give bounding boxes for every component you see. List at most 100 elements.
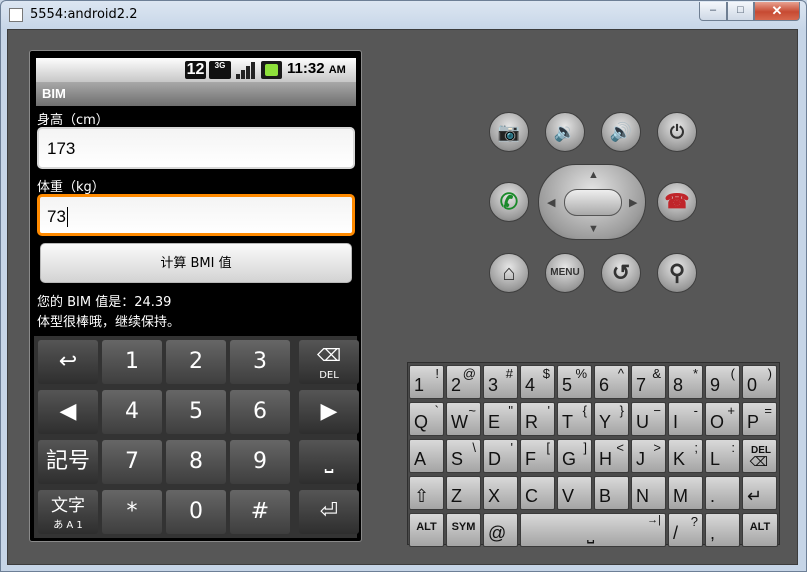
alt-right-key[interactable]: ALT xyxy=(742,513,778,547)
qwerty-key[interactable]: B xyxy=(594,476,629,510)
qwerty-key[interactable]: T{ xyxy=(557,402,592,436)
minimize-button[interactable]: – xyxy=(699,2,727,21)
qwerty-key-symbol: # xyxy=(505,366,513,381)
qwerty-key[interactable]: R ' xyxy=(520,402,555,436)
qwerty-key[interactable]: P = xyxy=(742,402,777,436)
qwerty-key[interactable]: Y} xyxy=(594,402,629,436)
qwerty-key-label: ⇧ xyxy=(414,486,430,506)
qwerty-key[interactable]: Q ` xyxy=(409,402,444,436)
numpad-key[interactable]: 0 xyxy=(166,490,226,534)
qwerty-key[interactable]: C xyxy=(520,476,555,510)
qwerty-key[interactable]: DEL ⌫ xyxy=(742,439,777,473)
qwerty-key[interactable]: N xyxy=(631,476,666,510)
qwerty-key[interactable]: 1! xyxy=(409,365,444,399)
title-bar[interactable]: 5554:android2.2 – □ ✕ xyxy=(1,1,806,29)
qwerty-key[interactable]: J > xyxy=(631,439,666,473)
weight-input[interactable]: 73 xyxy=(37,194,355,236)
qwerty-key[interactable]: E " xyxy=(483,402,518,436)
numpad-key[interactable]: 5 xyxy=(166,390,226,434)
numpad-key[interactable]: * xyxy=(102,490,162,534)
qwerty-key[interactable]: . xyxy=(705,476,740,510)
numpad-key[interactable]: # xyxy=(230,490,290,534)
qwerty-key[interactable]: 4 $ xyxy=(520,365,555,399)
qwerty-key-label: Z xyxy=(451,486,462,506)
qwerty-key[interactable]: L: xyxy=(705,439,740,473)
qwerty-key[interactable]: D ' xyxy=(483,439,518,473)
menu-button[interactable]: MENU xyxy=(545,253,585,293)
numpad-key[interactable]: 記号 xyxy=(38,440,98,484)
qwerty-key[interactable]: 6 ^ xyxy=(594,365,629,399)
space-key[interactable]: ⎵ →| xyxy=(520,513,666,547)
at-key[interactable]: @ xyxy=(483,513,518,547)
qwerty-key[interactable]: ⇧ xyxy=(409,476,444,510)
maximize-button[interactable]: □ xyxy=(727,2,754,21)
call-button[interactable]: ✆ xyxy=(489,182,529,222)
qwerty-key-symbol: ! xyxy=(435,366,439,381)
volume-down-button[interactable]: 🔉 xyxy=(545,112,585,152)
numpad-key[interactable]: 文字あ A 1 xyxy=(38,490,98,534)
dpad-center-button[interactable] xyxy=(564,189,622,216)
qwerty-key[interactable]: 0) xyxy=(742,365,777,399)
dpad-up-icon[interactable]: ▲ xyxy=(588,169,599,181)
numpad-key[interactable]: 4 xyxy=(102,390,162,434)
numpad-key[interactable]: ⏎ xyxy=(299,490,359,534)
search-button[interactable]: ⚲ xyxy=(657,253,697,293)
qwerty-key[interactable]: H < xyxy=(594,439,629,473)
dpad-left-icon[interactable]: ◀ xyxy=(547,196,555,209)
dpad-right-icon[interactable]: ▶ xyxy=(629,196,637,209)
qwerty-key[interactable]: K; xyxy=(668,439,703,473)
numpad-key-label: 5 xyxy=(189,399,203,424)
qwerty-key-symbol: ; xyxy=(694,440,698,455)
qwerty-key[interactable]: G] xyxy=(557,439,592,473)
numpad-key[interactable]: 6 xyxy=(230,390,290,434)
qwerty-key[interactable]: U − xyxy=(631,402,666,436)
qwerty-key[interactable]: F[ xyxy=(520,439,555,473)
height-input[interactable]: 173 xyxy=(37,127,355,169)
qwerty-key[interactable]: A xyxy=(409,439,444,473)
numpad-key[interactable]: 8 xyxy=(166,440,226,484)
qwerty-key[interactable]: X xyxy=(483,476,518,510)
camera-button[interactable]: 📷 xyxy=(489,112,529,152)
sym-key[interactable]: SYM xyxy=(446,513,481,547)
qwerty-key[interactable]: W ~ xyxy=(446,402,481,436)
qwerty-key[interactable]: I- xyxy=(668,402,703,436)
comma-key[interactable]: , xyxy=(705,513,740,547)
dpad[interactable]: ▲ ▼ ◀ ▶ xyxy=(538,164,646,240)
qwerty-key[interactable]: V xyxy=(557,476,592,510)
close-button[interactable]: ✕ xyxy=(754,2,800,21)
numpad-key[interactable]: 3 xyxy=(230,340,290,384)
qwerty-key-label: W xyxy=(451,412,468,432)
end-call-button[interactable]: ☎ xyxy=(657,182,697,222)
numpad-key[interactable]: ▶ xyxy=(299,390,359,434)
qwerty-key[interactable]: Z xyxy=(446,476,481,510)
numpad-key[interactable]: ⎵ xyxy=(299,440,359,484)
back-button[interactable]: ↺ xyxy=(601,253,641,293)
numpad-key[interactable]: 2 xyxy=(166,340,226,384)
alt-key[interactable]: ALT xyxy=(409,513,444,547)
volume-up-button[interactable]: 🔊 xyxy=(601,112,641,152)
qwerty-key[interactable]: M xyxy=(668,476,703,510)
qwerty-key[interactable]: 7 & xyxy=(631,365,666,399)
dpad-down-icon[interactable]: ▼ xyxy=(588,223,599,235)
qwerty-key[interactable]: O + xyxy=(705,402,740,436)
slash-key-label: / xyxy=(673,523,679,543)
slash-key[interactable]: /? xyxy=(668,513,703,547)
power-button[interactable]: ⏻ xyxy=(657,112,697,152)
qwerty-key-symbol: > xyxy=(653,440,661,455)
qwerty-key[interactable]: 9( xyxy=(705,365,740,399)
qwerty-key[interactable]: 3 # xyxy=(483,365,518,399)
qwerty-key[interactable]: 8 * xyxy=(668,365,703,399)
qwerty-key[interactable]: 5% xyxy=(557,365,592,399)
numpad-key[interactable]: 7 xyxy=(102,440,162,484)
qwerty-key[interactable]: S \ xyxy=(446,439,481,473)
qwerty-key[interactable]: ↵ xyxy=(742,476,777,510)
numpad-key[interactable]: 1 xyxy=(102,340,162,384)
status-bar: 12 3G 11:32 AM xyxy=(36,58,356,82)
calculate-bmi-button[interactable]: 计算 BMI 值 xyxy=(40,243,352,283)
numpad-key[interactable]: 9 xyxy=(230,440,290,484)
home-button[interactable]: ⌂ xyxy=(489,253,529,293)
numpad-key[interactable]: ⌫ DEL xyxy=(299,340,359,384)
qwerty-key[interactable]: 2 @ xyxy=(446,365,481,399)
numpad-key[interactable]: ↩ xyxy=(38,340,98,384)
numpad-key[interactable]: ◀ xyxy=(38,390,98,434)
